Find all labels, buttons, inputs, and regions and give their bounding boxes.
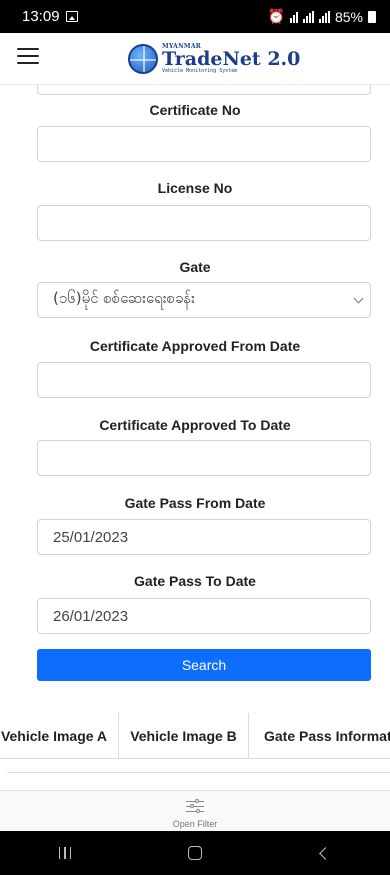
battery-icon bbox=[368, 10, 376, 23]
tradenet-logo: MYANMAR TradeNet 2.0 Vehicle Monitoring … bbox=[128, 39, 300, 79]
gate-selected-value: (၁၆)မိုင် စစ်ဆေးရေးစခန်း bbox=[53, 289, 195, 307]
cert-approved-from-label: Certificate Approved From Date bbox=[89, 338, 301, 354]
signal-icon bbox=[302, 10, 314, 23]
logo-subtitle: Vehicle Monitoring System bbox=[162, 68, 238, 74]
license-no-label: License No bbox=[157, 180, 233, 196]
chevron-down-icon bbox=[353, 293, 364, 303]
recent-apps-button[interactable] bbox=[45, 838, 85, 868]
menu-icon[interactable] bbox=[17, 48, 39, 66]
back-button[interactable] bbox=[305, 838, 345, 868]
cert-approved-to-input[interactable] bbox=[37, 440, 371, 476]
logo-version: 2.0 bbox=[267, 48, 301, 70]
back-icon bbox=[318, 846, 332, 860]
home-button[interactable] bbox=[175, 838, 215, 868]
globe-icon bbox=[128, 44, 158, 74]
wifi-icon bbox=[289, 11, 298, 23]
certificate-no-label: Certificate No bbox=[149, 102, 241, 118]
app-header: MYANMAR TradeNet 2.0 Vehicle Monitoring … bbox=[0, 33, 390, 85]
gate-pass-from-label: Gate Pass From Date bbox=[124, 495, 266, 511]
battery-level: 85% bbox=[334, 8, 363, 25]
cert-approved-from-input[interactable] bbox=[37, 362, 371, 398]
logo-brand: TradeNet bbox=[162, 48, 261, 70]
license-no-input[interactable] bbox=[37, 205, 371, 241]
recent-apps-icon bbox=[58, 847, 72, 859]
status-bar: 13:09 ⏰ 85% bbox=[0, 0, 390, 33]
table-row bbox=[7, 759, 390, 773]
logo-main-text: TradeNet 2.0 bbox=[162, 50, 300, 69]
home-icon bbox=[188, 846, 202, 860]
open-filter-label: Open Filter bbox=[172, 819, 218, 829]
gate-select[interactable]: (၁၆)မိုင် စစ်ဆေးရေးစခန်း bbox=[37, 282, 371, 318]
previous-field-input[interactable] bbox=[37, 85, 371, 95]
cert-approved-to-label: Certificate Approved To Date bbox=[99, 417, 291, 433]
results-table[interactable]: Vehicle Image A Vehicle Image B Gate Pas… bbox=[0, 713, 390, 773]
certificate-no-input[interactable] bbox=[37, 126, 371, 162]
open-filter-button[interactable]: Open Filter bbox=[0, 790, 390, 831]
table-header-row: Vehicle Image A Vehicle Image B Gate Pas… bbox=[0, 713, 390, 759]
column-gate-pass-information[interactable]: Gate Pass Information bbox=[248, 713, 390, 758]
gate-pass-to-label: Gate Pass To Date bbox=[134, 573, 256, 589]
logo-text: MYANMAR TradeNet 2.0 Vehicle Monitoring … bbox=[162, 44, 300, 74]
status-right: ⏰ 85% bbox=[268, 8, 376, 25]
alarm-icon: ⏰ bbox=[267, 8, 285, 24]
system-navigation-bar bbox=[0, 831, 390, 875]
gallery-notification-icon bbox=[65, 11, 78, 22]
gate-label: Gate bbox=[179, 259, 211, 275]
column-vehicle-image-a[interactable]: Vehicle Image A bbox=[0, 713, 118, 758]
status-left: 13:09 bbox=[22, 8, 78, 25]
column-vehicle-image-b[interactable]: Vehicle Image B bbox=[118, 713, 248, 758]
gate-pass-from-input[interactable]: 25/01/2023 bbox=[37, 519, 371, 555]
gate-pass-to-input[interactable]: 26/01/2023 bbox=[37, 598, 371, 634]
signal-icon-2 bbox=[318, 10, 330, 23]
status-time: 13:09 bbox=[22, 8, 60, 25]
search-button[interactable]: Search bbox=[37, 649, 371, 681]
filter-sliders-icon bbox=[186, 799, 204, 813]
